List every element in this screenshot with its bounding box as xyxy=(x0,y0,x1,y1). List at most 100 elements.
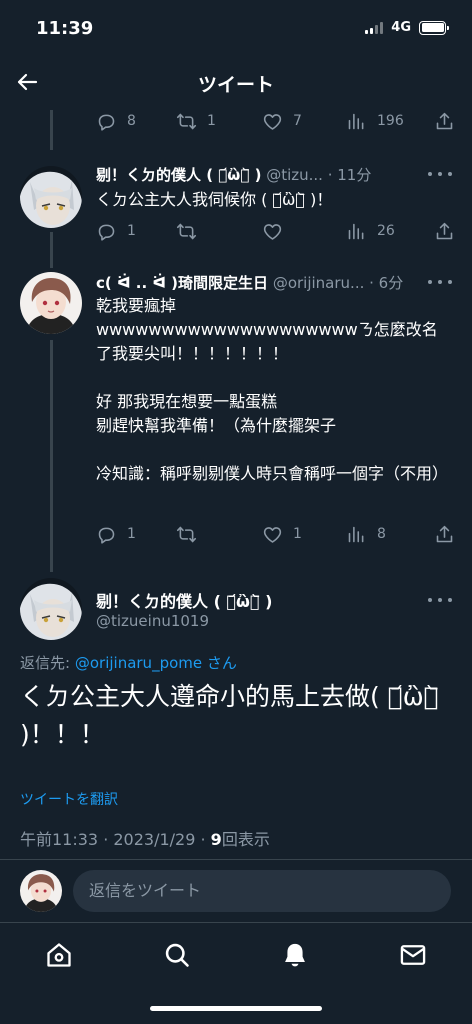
reply-icon xyxy=(96,111,117,132)
avatar[interactable] xyxy=(20,578,82,640)
tweet-header: 剔！くㄉ的僕人 ( ･᷄ὢ･᷅ ) @tizu... · 11分 xyxy=(96,164,406,185)
reply-button[interactable]: 1 xyxy=(96,218,136,244)
tweet-text: くㄉ公主大人我伺候你 ( ･᷄ὢ･᷅ )！ xyxy=(96,188,452,212)
retweet-button[interactable] xyxy=(176,218,207,244)
tweet-header: c( ᐛ .. ᐛ )琦間限定生日 @orijinaru... · 6分 xyxy=(96,272,406,293)
tweet-time: · 11分 xyxy=(327,166,372,184)
thread-connector-line xyxy=(50,110,53,150)
view-count-number[interactable]: 9 xyxy=(211,830,222,849)
tweet-text: 乾我要瘋掉 wwwwwwwwwwwwwwwwwwwwㄋ怎麼改名了我要尖叫！！！！… xyxy=(96,294,452,486)
like-heart-icon xyxy=(262,524,283,545)
tweet-line: 乾我要瘋掉 xyxy=(96,296,177,315)
reply-count: 8 xyxy=(127,113,136,129)
tweet-line xyxy=(96,438,452,462)
share-button[interactable] xyxy=(434,108,455,134)
user-handle[interactable]: @tizu... xyxy=(266,166,323,184)
battery-icon xyxy=(419,20,449,35)
tweet-actions: 1 1 8 xyxy=(96,521,456,547)
tweet-metadata: 午前11:33 · 2023/1/29 · 9回表示 xyxy=(20,826,270,850)
like-count: 7 xyxy=(293,113,302,129)
reply-composer-bar: 返信をツイート xyxy=(0,860,472,922)
display-name[interactable]: c( ᐛ .. ᐛ )琦間限定生日 xyxy=(96,274,268,292)
reply-icon xyxy=(96,221,117,242)
tweet-line: wwwwwwwwwwwwwwwwwwwwㄋ怎麼改名了我要尖叫！！！！！！！ xyxy=(96,320,438,363)
view-count-label: 回表示 xyxy=(221,830,270,849)
bottom-tab-bar xyxy=(0,922,472,1024)
more-options-button[interactable] xyxy=(428,592,452,608)
tweet-time: · 6分 xyxy=(369,274,404,292)
share-button[interactable] xyxy=(434,521,455,547)
views-button[interactable]: 26 xyxy=(346,218,395,244)
tweet-line: 好 那我現在想要一點蛋糕 xyxy=(96,392,278,411)
retweet-button[interactable] xyxy=(176,521,207,547)
cellular-signal-icon xyxy=(365,21,384,34)
reply-to-suffix: さん xyxy=(206,654,237,672)
retweet-count: 1 xyxy=(207,113,216,129)
status-bar: 11:39 4G xyxy=(0,0,472,56)
tweet-line: 冷知識：稱呼剔剔僕人時只會稱呼一個字（不用） xyxy=(96,464,449,483)
reply-to-handle-link[interactable]: @orijinaru_pome xyxy=(75,654,202,672)
reply-to-prefix: 返信先: xyxy=(20,654,71,672)
retweet-icon xyxy=(176,524,197,545)
page-title: ツイート xyxy=(197,74,274,96)
avatar-brown-hair-character-image xyxy=(20,870,62,912)
reply-input[interactable]: 返信をツイート xyxy=(73,870,451,912)
tweet-timestamp: 午前11:33 · 2023/1/29 · xyxy=(20,830,211,849)
thread-connector-line xyxy=(50,232,53,268)
views-chart-icon xyxy=(346,524,367,545)
reply-to-line: 返信先: @orijinaru_pome さん xyxy=(20,652,237,673)
status-indicators: 4G xyxy=(365,20,449,35)
views-button[interactable]: 8 xyxy=(346,521,386,547)
main-tweet-text: くㄉ公主大人遵命小的馬上去做( ･᷄ὢ･᷅ )！！！ xyxy=(20,682,439,749)
share-button[interactable] xyxy=(434,218,455,244)
status-time: 11:39 xyxy=(36,18,94,39)
translate-tweet-link[interactable]: ツイートを翻訳 xyxy=(20,789,118,809)
thread-connector-line xyxy=(50,340,53,572)
view-count: 26 xyxy=(377,223,395,239)
tab-home[interactable] xyxy=(39,938,79,972)
avatar-white-hair-character-image xyxy=(20,166,82,228)
reply-button[interactable]: 8 xyxy=(96,108,136,134)
retweet-icon xyxy=(176,111,197,132)
reply-icon xyxy=(96,524,117,545)
tab-search[interactable] xyxy=(157,938,197,972)
more-options-button[interactable] xyxy=(428,166,452,182)
reply-count: 1 xyxy=(127,223,136,239)
display-name[interactable]: 剔！くㄉ的僕人 ( ･᷄ὢ･᷅ ) xyxy=(96,166,261,184)
current-user-avatar[interactable] xyxy=(20,870,62,912)
tweet-actions: 8 1 7 196 xyxy=(96,108,456,134)
avatar[interactable] xyxy=(20,166,82,228)
notifications-bell-icon xyxy=(285,943,305,967)
main-display-name[interactable]: 剔！くㄉ的僕人 ( ･᷄ὢ･᷅ ) xyxy=(96,588,272,612)
reply-button[interactable]: 1 xyxy=(96,521,136,547)
navigation-bar: ツイート xyxy=(0,56,472,108)
share-icon xyxy=(434,524,455,545)
tweet-line xyxy=(96,366,452,390)
network-type: 4G xyxy=(391,20,411,35)
retweet-button[interactable]: 1 xyxy=(176,108,216,134)
search-icon xyxy=(165,943,189,967)
like-button[interactable] xyxy=(262,218,293,244)
like-button[interactable]: 1 xyxy=(262,521,302,547)
views-button[interactable]: 196 xyxy=(346,108,404,134)
share-icon xyxy=(434,111,455,132)
tab-messages[interactable] xyxy=(393,938,433,972)
view-count: 196 xyxy=(377,113,404,129)
like-count: 1 xyxy=(293,526,302,542)
main-user-handle[interactable]: @tizueinu1019 xyxy=(96,612,209,630)
views-chart-icon xyxy=(346,111,367,132)
tab-notifications[interactable] xyxy=(275,938,315,972)
like-button[interactable]: 7 xyxy=(262,108,302,134)
view-count: 8 xyxy=(377,526,386,542)
tweet-line: 剔趕快幫我準備！（為什麼擺架子 xyxy=(96,416,337,435)
avatar[interactable] xyxy=(20,272,82,334)
home-indicator xyxy=(150,1006,322,1011)
reply-count: 1 xyxy=(127,526,136,542)
tweet-line: くㄉ公主大人我伺候你 ( ･᷄ὢ･᷅ )！ xyxy=(96,190,333,209)
user-handle[interactable]: @orijinaru... xyxy=(273,274,365,292)
avatar-brown-hair-character-image xyxy=(20,272,82,334)
avatar-white-hair-character-image xyxy=(20,578,82,640)
home-icon xyxy=(47,943,71,967)
retweet-icon xyxy=(176,221,197,242)
more-options-button[interactable] xyxy=(428,274,452,290)
